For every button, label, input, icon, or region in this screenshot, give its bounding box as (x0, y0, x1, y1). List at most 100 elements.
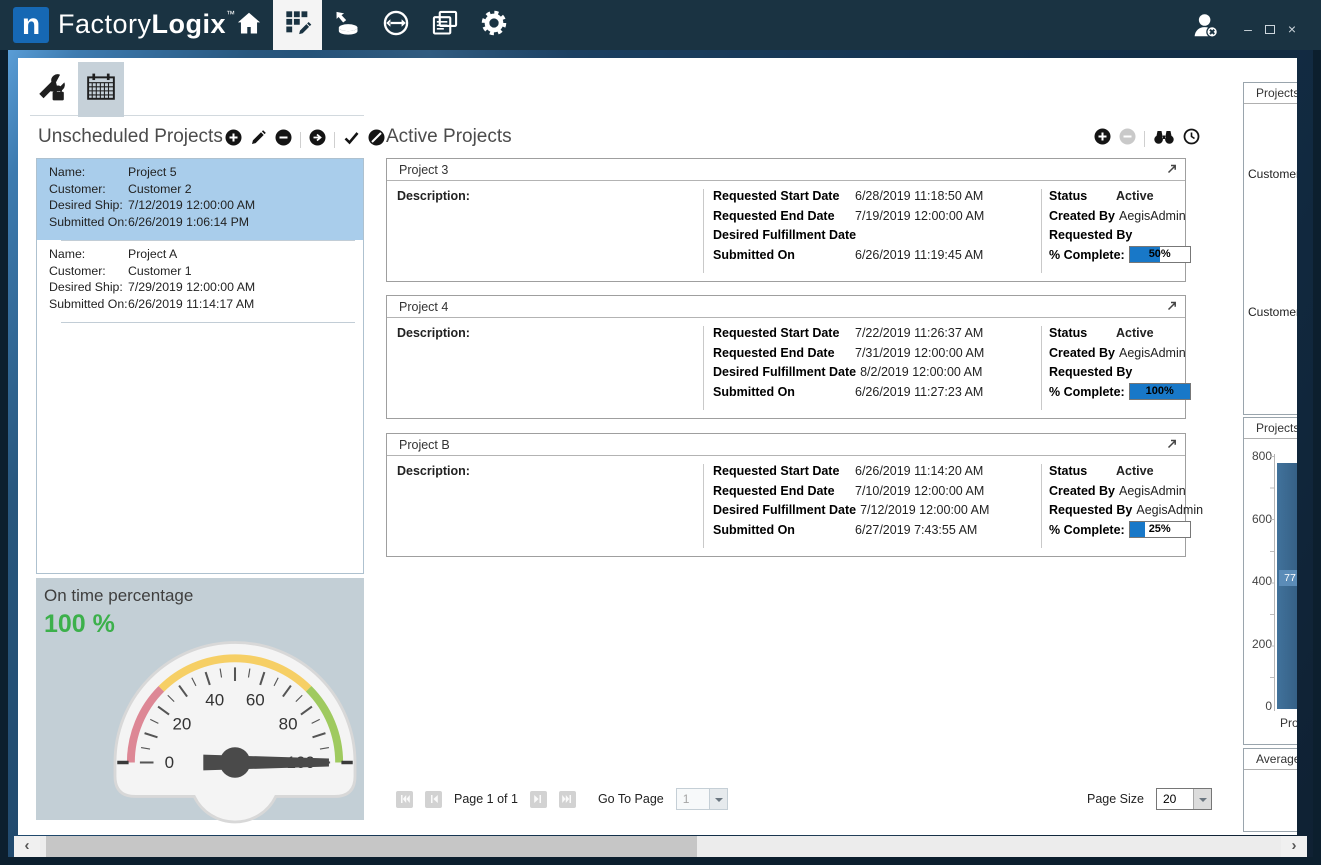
active-toolbar (1094, 128, 1200, 150)
remove-icon-disabled[interactable] (1119, 128, 1136, 150)
unscheduled-toolbar (225, 129, 385, 151)
field-label: Requested By (1049, 228, 1136, 242)
add-icon[interactable] (225, 129, 242, 151)
field-label: Requested End Date (713, 484, 855, 498)
desired-ship-date: 7/29/2019 12:00:00 AM (128, 281, 255, 295)
column-divider (703, 189, 704, 273)
edit-pencil-icon[interactable] (250, 129, 267, 151)
right-panels-clip: Projects B Customer 2 Customer 1 Project… (1243, 58, 1297, 835)
average-time-panel: Average T (1243, 748, 1297, 832)
list-item[interactable]: Name:Project 5 Customer:Customer 2 Desir… (37, 159, 363, 240)
field-label: Submitted On: (49, 298, 128, 312)
field-value: AegisAdmin (1136, 503, 1203, 517)
list-divider (61, 322, 355, 323)
progress-bar: 50% (1129, 246, 1191, 263)
scroll-right-button[interactable]: › (1281, 836, 1307, 857)
field-label: Requested By (1049, 503, 1136, 517)
pager: Page 1 of 1 Go To Page 1 (396, 788, 728, 810)
y-tick: 400 (1244, 574, 1272, 588)
minimize-button[interactable]: – (1240, 22, 1256, 38)
progress-bar: 25% (1129, 521, 1191, 538)
transfer-sync-icon (382, 9, 410, 42)
field-label: Requested Start Date (713, 326, 855, 340)
nav-home[interactable] (224, 0, 273, 50)
nav-transfer[interactable] (371, 0, 420, 50)
planning-grid-pencil-icon (284, 9, 312, 42)
y-tick: 200 (1244, 637, 1272, 651)
project-card-title: Project 4 (399, 300, 448, 314)
scroll-left-button[interactable]: ‹ (14, 836, 40, 857)
tab-schedule[interactable] (78, 62, 124, 117)
pie-label: Customer 2 (1248, 167, 1297, 181)
toolbar-separator (1144, 131, 1145, 147)
next-page-button[interactable] (530, 791, 547, 808)
reports-windows-icon (431, 9, 459, 42)
description-label: Description: (397, 189, 470, 203)
unscheduled-project-list: Name:Project 5 Customer:Customer 2 Desir… (36, 158, 364, 574)
tab-setup[interactable] (28, 62, 74, 117)
user-logout-icon[interactable] (1186, 10, 1222, 45)
field-label: % Complete: (1049, 385, 1129, 400)
field-label: Desired Fulfillment Date (713, 228, 860, 242)
home-icon (235, 9, 263, 42)
y-tick: 800 (1244, 449, 1272, 463)
nav-materials[interactable] (322, 0, 371, 50)
goto-page-combobox[interactable]: 1 (676, 788, 728, 810)
page-size-combobox[interactable]: 20 (1156, 788, 1212, 810)
project-card: Project 3 Description: Requested Start D… (386, 158, 1186, 282)
field-value: AegisAdmin (1119, 484, 1186, 498)
field-value: 7/19/2019 12:00:00 AM (855, 209, 984, 223)
horizontal-scrollbar-thumb[interactable] (46, 836, 697, 857)
chevron-down-icon[interactable] (1193, 789, 1211, 809)
y-tick: 0 (1244, 699, 1272, 713)
remove-icon[interactable] (275, 129, 292, 151)
nav-settings[interactable] (469, 0, 518, 50)
list-item[interactable]: Name:Project A Customer:Customer 1 Desir… (37, 241, 363, 322)
dates-column: Requested Start Date7/22/2019 11:26:37 A… (713, 326, 984, 404)
description-label: Description: (397, 326, 470, 340)
pie-label: Customer 1 (1248, 305, 1297, 319)
field-label: % Complete: (1049, 248, 1129, 263)
history-clock-icon[interactable] (1183, 128, 1200, 150)
close-button[interactable]: × (1284, 22, 1300, 38)
add-icon[interactable] (1094, 128, 1111, 150)
field-value: AegisAdmin (1119, 209, 1186, 223)
page-indicator: Page 1 of 1 (454, 792, 518, 806)
cancel-icon[interactable] (368, 129, 385, 151)
chevron-down-icon[interactable] (709, 789, 727, 809)
expand-icon[interactable] (1166, 438, 1177, 452)
app-logo: n (13, 7, 49, 43)
field-value: 6/26/2019 11:27:23 AM (855, 385, 983, 399)
desired-ship-date: 7/12/2019 12:00:00 AM (128, 199, 255, 213)
nav-reports[interactable] (420, 0, 469, 50)
submitted-date: 6/26/2019 11:14:17 AM (128, 298, 254, 312)
first-page-button[interactable] (396, 791, 413, 808)
accept-check-icon[interactable] (343, 129, 360, 151)
unscheduled-projects-title: Unscheduled Projects (38, 126, 223, 148)
expand-icon[interactable] (1166, 163, 1177, 177)
goto-page-value: 1 (677, 789, 709, 809)
nav-planning[interactable] (273, 0, 322, 50)
field-value: 6/28/2019 11:18:50 AM (855, 189, 983, 203)
last-page-button[interactable] (559, 791, 576, 808)
column-divider (703, 464, 704, 548)
expand-icon[interactable] (1166, 300, 1177, 314)
move-right-icon[interactable] (309, 129, 326, 151)
field-value: 7/12/2019 12:00:00 AM (860, 503, 989, 517)
gauge-hub (220, 747, 251, 778)
panel-title: Projects B (1244, 83, 1297, 104)
field-label: Name: (49, 248, 128, 262)
svg-text:0: 0 (165, 753, 174, 772)
field-label: Status (1049, 464, 1116, 478)
status-column: StatusActive Created ByAegisAdmin Reques… (1049, 326, 1191, 405)
project-name: Project 5 (128, 166, 177, 180)
status-column: StatusActive Created ByAegisAdmin Reques… (1049, 464, 1203, 543)
project-name: Project A (128, 248, 177, 262)
maximize-button[interactable] (1262, 22, 1278, 38)
prev-page-button[interactable] (425, 791, 442, 808)
gauge: 020406080100 (65, 604, 405, 844)
find-binoculars-icon[interactable] (1153, 128, 1175, 150)
svg-text:40: 40 (205, 691, 224, 710)
page-size-control: Page Size 20 (1087, 788, 1212, 810)
project-card-title: Project B (399, 438, 450, 452)
